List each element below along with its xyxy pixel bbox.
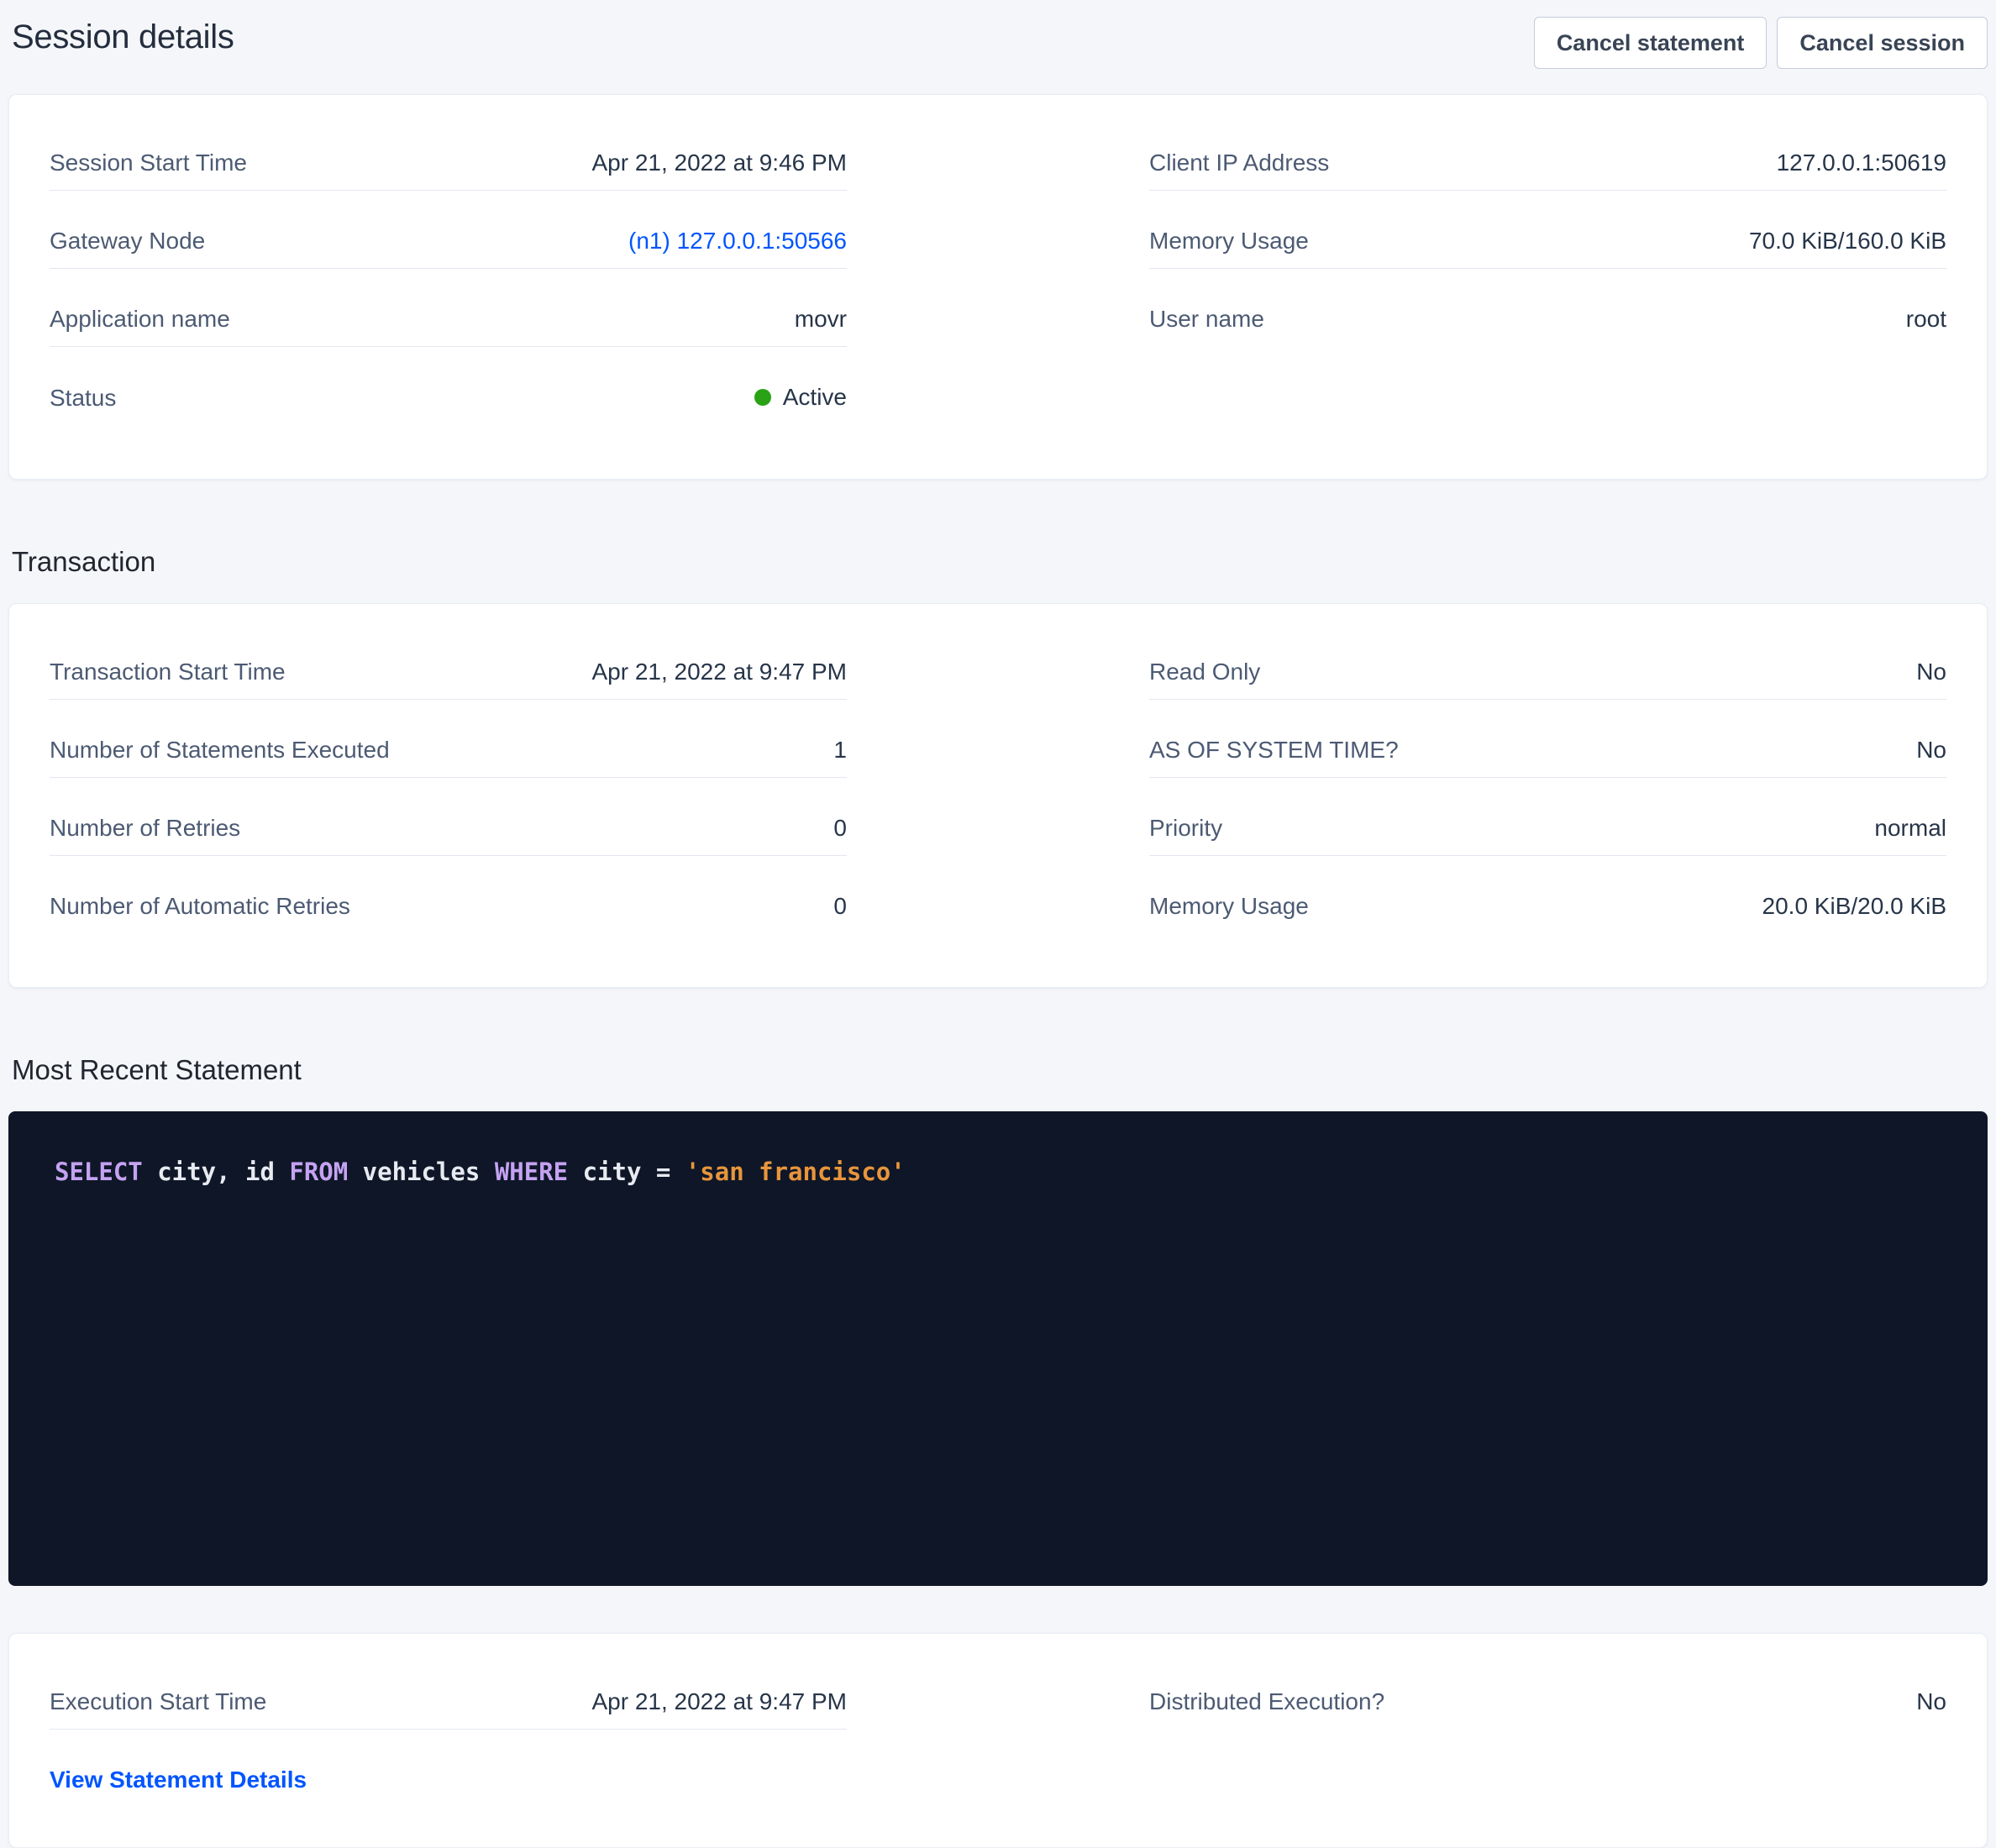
- execution-card-left-column: Execution Start Time Apr 21, 2022 at 9:4…: [50, 1688, 847, 1793]
- gateway-node-row: Gateway Node (n1) 127.0.0.1:50566: [50, 191, 847, 269]
- session-status: Active: [754, 383, 847, 411]
- row-value: 70.0 KiB/160.0 KiB: [1749, 227, 1946, 255]
- page-title: Session details: [12, 17, 234, 57]
- row-value: Apr 21, 2022 at 9:47 PM: [591, 1688, 847, 1715]
- row-value: Apr 21, 2022 at 9:46 PM: [591, 149, 847, 176]
- row-value: Apr 21, 2022 at 9:47 PM: [591, 658, 847, 685]
- row-label: Session Start Time: [50, 149, 247, 176]
- row-label: Application name: [50, 305, 230, 333]
- row-value: No: [1916, 1688, 1946, 1715]
- transaction-card-left-column: Transaction Start Time Apr 21, 2022 at 9…: [50, 658, 847, 933]
- row-label: Number of Statements Executed: [50, 736, 390, 764]
- session-start-time-row: Session Start Time Apr 21, 2022 at 9:46 …: [50, 149, 847, 191]
- user-name-row: User name root: [1149, 269, 1946, 346]
- gateway-node-link[interactable]: (n1) 127.0.0.1:50566: [628, 227, 847, 255]
- statements-executed-row: Number of Statements Executed 1: [50, 700, 847, 778]
- row-value: No: [1916, 658, 1946, 685]
- row-label: Transaction Start Time: [50, 658, 286, 685]
- as-of-system-time-row: AS OF SYSTEM TIME? No: [1149, 700, 1946, 778]
- sql-keyword-select: SELECT: [55, 1158, 143, 1186]
- execution-card: Execution Start Time Apr 21, 2022 at 9:4…: [8, 1633, 1988, 1848]
- status-active-dot-icon: [754, 389, 771, 406]
- sql-keyword-from: FROM: [289, 1158, 348, 1186]
- cancel-statement-button[interactable]: Cancel statement: [1534, 17, 1768, 69]
- transaction-card: Transaction Start Time Apr 21, 2022 at 9…: [8, 603, 1988, 988]
- distributed-execution-row: Distributed Execution? No: [1149, 1688, 1946, 1729]
- sql-keyword-where: WHERE: [495, 1158, 568, 1186]
- row-label: Gateway Node: [50, 227, 205, 255]
- row-label: Number of Automatic Retries: [50, 892, 350, 920]
- read-only-row: Read Only No: [1149, 658, 1946, 700]
- row-label: Execution Start Time: [50, 1688, 266, 1715]
- sql-code-block: SELECT city, id FROM vehicles WHERE city…: [8, 1111, 1988, 1586]
- row-value: 0: [833, 814, 847, 842]
- page-header: Session details Cancel statement Cancel …: [0, 0, 1996, 69]
- sql-columns: city, id: [143, 1158, 290, 1186]
- row-value: 0: [833, 892, 847, 920]
- session-card-left-column: Session Start Time Apr 21, 2022 at 9:46 …: [50, 149, 847, 425]
- row-value: No: [1916, 736, 1946, 764]
- sql-table: vehicles: [348, 1158, 495, 1186]
- row-value: normal: [1874, 814, 1946, 842]
- execution-card-right-column: Distributed Execution? No: [1149, 1688, 1946, 1793]
- memory-usage-row: Memory Usage 70.0 KiB/160.0 KiB: [1149, 191, 1946, 269]
- retries-row: Number of Retries 0: [50, 778, 847, 856]
- row-value: root: [1906, 305, 1946, 333]
- row-value: 20.0 KiB/20.0 KiB: [1762, 892, 1946, 920]
- row-label: Status: [50, 384, 116, 412]
- row-value: movr: [795, 305, 847, 333]
- row-label: Client IP Address: [1149, 149, 1329, 176]
- header-actions: Cancel statement Cancel session: [1534, 17, 1988, 69]
- row-label: Read Only: [1149, 658, 1260, 685]
- priority-row: Priority normal: [1149, 778, 1946, 856]
- session-card-right-column: Client IP Address 127.0.0.1:50619 Memory…: [1149, 149, 1946, 425]
- sql-condition: city =: [568, 1158, 685, 1186]
- row-label: Number of Retries: [50, 814, 240, 842]
- session-details-card: Session Start Time Apr 21, 2022 at 9:46 …: [8, 94, 1988, 480]
- transaction-memory-usage-row: Memory Usage 20.0 KiB/20.0 KiB: [1149, 856, 1946, 933]
- transaction-card-right-column: Read Only No AS OF SYSTEM TIME? No Prior…: [1149, 658, 1946, 933]
- row-label: Distributed Execution?: [1149, 1688, 1384, 1715]
- row-value: 1: [833, 736, 847, 764]
- row-value: 127.0.0.1:50619: [1777, 149, 1946, 176]
- application-name-row: Application name movr: [50, 269, 847, 347]
- row-label: Priority: [1149, 814, 1222, 842]
- row-label: Memory Usage: [1149, 892, 1309, 920]
- row-label: User name: [1149, 305, 1264, 333]
- row-label: Memory Usage: [1149, 227, 1309, 255]
- execution-start-time-row: Execution Start Time Apr 21, 2022 at 9:4…: [50, 1688, 847, 1730]
- status-row: Status Active: [50, 347, 847, 425]
- transaction-start-time-row: Transaction Start Time Apr 21, 2022 at 9…: [50, 658, 847, 700]
- cancel-session-button[interactable]: Cancel session: [1777, 17, 1988, 69]
- view-statement-details-link[interactable]: View Statement Details: [50, 1766, 307, 1793]
- sql-string-literal: 'san francisco': [685, 1158, 906, 1186]
- row-label: AS OF SYSTEM TIME?: [1149, 736, 1399, 764]
- transaction-section-heading: Transaction: [12, 545, 1996, 579]
- client-ip-row: Client IP Address 127.0.0.1:50619: [1149, 149, 1946, 191]
- status-text: Active: [783, 383, 847, 411]
- statement-section-heading: Most Recent Statement: [12, 1053, 1996, 1087]
- automatic-retries-row: Number of Automatic Retries 0: [50, 856, 847, 933]
